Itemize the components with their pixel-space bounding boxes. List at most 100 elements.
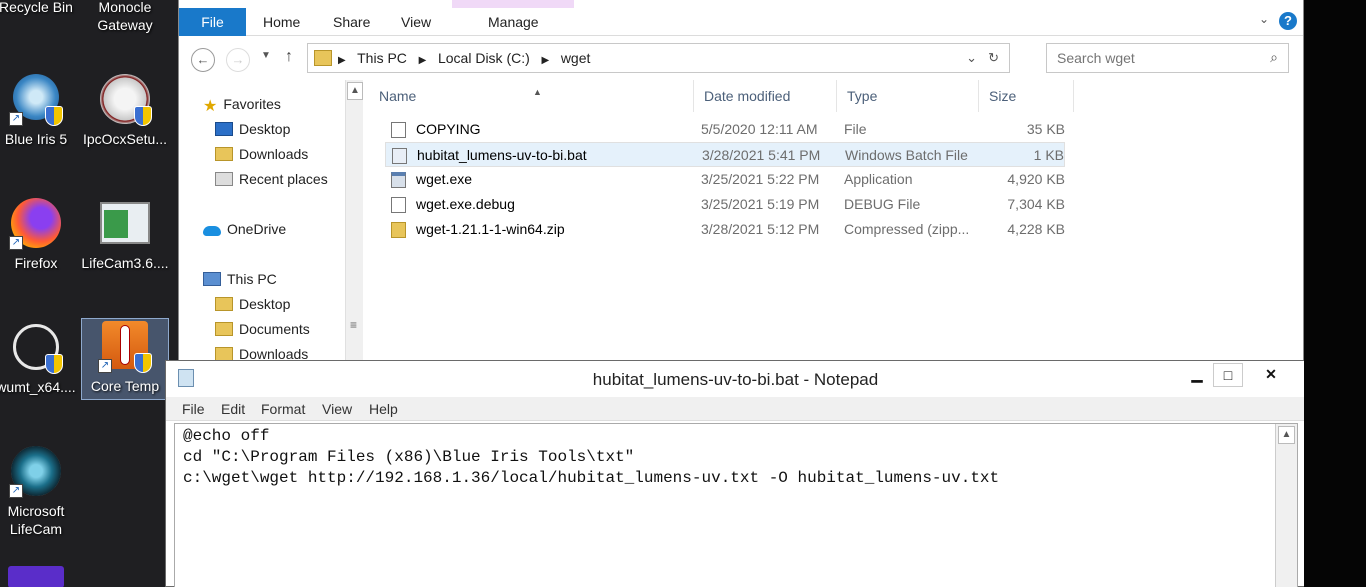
recent-locations-chevron-icon[interactable]: ▼ [261,50,271,61]
folder-icon [215,322,233,336]
file-name: hubitat_lumens-uv-to-bi.bat [417,147,587,163]
nav-desktop[interactable]: Desktop [215,118,290,140]
desktop-icon-blue-iris[interactable]: ↗ Blue Iris 5 [0,72,80,148]
breadcrumb-local-disk[interactable]: Local Disk (C:) [438,50,530,66]
recent-places-icon [215,172,233,186]
manage-context-bar [452,0,574,8]
table-row[interactable]: hubitat_lumens-uv-to-bi.bat 3/28/2021 5:… [385,142,1065,167]
navigation-pane: ★ Favorites Desktop Downloads Recent plac… [179,80,349,362]
breadcrumb: ▶ This PC ▶ Local Disk (C:) ▶ wget [338,50,590,66]
nav-onedrive[interactable]: OneDrive [203,218,286,240]
nav-downloads[interactable]: Downloads [215,143,308,165]
up-arrow-icon[interactable]: ↑ [285,48,293,66]
downloads-folder-icon [215,147,233,161]
file-name: wget.exe [416,171,473,187]
file-size: 4,920 KB [1007,171,1065,187]
desktop-icon-ipcocx-setup[interactable]: IpcOcxSetu... [81,72,169,148]
close-button[interactable]: ✕ [1243,363,1299,387]
breadcrumb-this-pc[interactable]: This PC [357,50,407,66]
star-icon: ★ [203,98,218,115]
refresh-icon[interactable]: ↻ [988,50,999,66]
search-box[interactable]: ⌕ [1046,43,1289,73]
desktop-icon-label: Microsoft LifeCam [7,503,65,537]
file-date: 3/25/2021 5:19 PM [701,196,820,212]
table-row[interactable]: COPYING 5/5/2020 12:11 AM File 35 KB [385,117,1065,142]
nav-favorites[interactable]: ★ Favorites [203,93,281,115]
notepad-text-area[interactable]: @echo off cd "C:\Program Files (x86)\Blu… [174,423,1298,587]
menu-edit[interactable]: Edit [221,401,245,417]
file-type: Application [844,171,913,187]
file-size: 4,228 KB [1007,221,1065,237]
notepad-vertical-scrollbar[interactable]: ▲ [1275,424,1297,587]
tab-share[interactable]: Share [333,8,370,36]
chevron-down-icon[interactable]: ⌄ [1259,12,1269,26]
nav-pc-documents[interactable]: Documents [215,318,310,340]
table-row[interactable]: wget.exe.debug 3/25/2021 5:19 PM DEBUG F… [385,192,1065,217]
file-type: Windows Batch File [845,147,968,163]
nav-this-pc[interactable]: This PC [203,268,277,290]
desktop-icon-lifecam-installer[interactable]: LifeCam3.6.... [81,196,169,272]
address-dropdown-chevron-icon[interactable]: ⌄ [966,50,977,66]
nav-pc-desktop[interactable]: Desktop [215,293,290,315]
minimize-button[interactable]: ▁ [1181,363,1213,387]
search-icon[interactable]: ⌕ [1270,49,1278,66]
desktop-icon-firefox[interactable]: ↗ Firefox [0,196,80,272]
scroll-grip-icon[interactable]: ≡ [350,318,357,332]
menu-help[interactable]: Help [369,401,398,417]
ribbon: File Home Share View Manage ⌄ ? [179,0,1303,36]
nav-recent-places[interactable]: Recent places [215,168,328,190]
notepad-content[interactable]: @echo off cd "C:\Program Files (x86)\Blu… [183,426,999,489]
notepad-title-bar[interactable]: hubitat_lumens-uv-to-bi.bat - Notepad ▁ … [166,361,1305,397]
tab-view[interactable]: View [401,8,431,36]
forward-button[interactable]: → [226,48,250,72]
desktop-icon-label: IpcOcxSetu... [82,131,168,147]
nav-pane-scrollbar[interactable]: ▲ ≡ [345,80,363,362]
help-icon[interactable]: ? [1279,12,1297,30]
file-date: 3/28/2021 5:41 PM [702,147,821,163]
desktop-icon-recycle-bin[interactable]: Recycle Bin [0,0,80,16]
desktop-icon [215,122,233,136]
desktop-icon-label: Recycle Bin [0,0,73,15]
table-row[interactable]: wget-1.21.1-1-win64.zip 3/28/2021 5:12 P… [385,217,1065,242]
menu-view[interactable]: View [322,401,352,417]
breadcrumb-wget[interactable]: wget [561,50,591,66]
desktop-icon-label: Core Temp [90,378,160,394]
menu-format[interactable]: Format [261,401,305,417]
file-date: 3/28/2021 5:12 PM [701,221,820,237]
desktop-icon-wumt[interactable]: wumt_x64.... [0,320,80,396]
tab-file[interactable]: File [179,8,246,36]
nav-label: Desktop [239,296,291,312]
notepad-window: hubitat_lumens-uv-to-bi.bat - Notepad ▁ … [165,360,1306,587]
column-header-name[interactable]: ▲ Name [369,80,694,112]
wumt-icon [9,320,63,374]
nav-label: OneDrive [227,221,287,237]
maximize-button[interactable]: □ [1213,363,1243,387]
column-header-size[interactable]: Size [979,80,1074,112]
scroll-up-icon[interactable]: ▲ [1278,426,1295,444]
nav-label: Desktop [239,121,291,137]
desktop-icon-microsoft-lifecam[interactable]: ↗ Microsoft LifeCam [0,444,80,538]
tab-home[interactable]: Home [263,8,300,36]
desktop-background-strip [1304,0,1366,587]
ipc-setup-icon [98,72,152,126]
notepad-menu-bar: File Edit Format View Help [166,397,1305,421]
address-bar[interactable]: ▶ This PC ▶ Local Disk (C:) ▶ wget ⌄ ↻ [307,43,1010,73]
breadcrumb-separator-icon: ▶ [338,55,346,66]
file-size: 1 KB [1033,147,1064,163]
scroll-up-icon[interactable]: ▲ [347,82,363,100]
sort-ascending-icon: ▲ [533,87,542,97]
column-header-date[interactable]: Date modified [694,80,837,112]
column-header-type[interactable]: Type [837,80,979,112]
search-input[interactable] [1057,45,1257,71]
desktop-icon-monocle-gateway[interactable]: Monocle Gateway [81,0,169,34]
table-row[interactable]: wget.exe 3/25/2021 5:22 PM Application 4… [385,167,1065,192]
file-date: 5/5/2020 12:11 AM [701,121,818,137]
chip-icon[interactable] [8,566,64,587]
file-size: 35 KB [1026,121,1065,137]
desktop-icon-core-temp[interactable]: ↗ Core Temp [81,318,169,400]
tab-manage[interactable]: Manage [488,8,539,36]
nav-label: Favorites [223,96,281,112]
back-button[interactable]: ← [191,48,215,72]
menu-file[interactable]: File [182,401,205,417]
file-date: 3/25/2021 5:22 PM [701,171,820,187]
